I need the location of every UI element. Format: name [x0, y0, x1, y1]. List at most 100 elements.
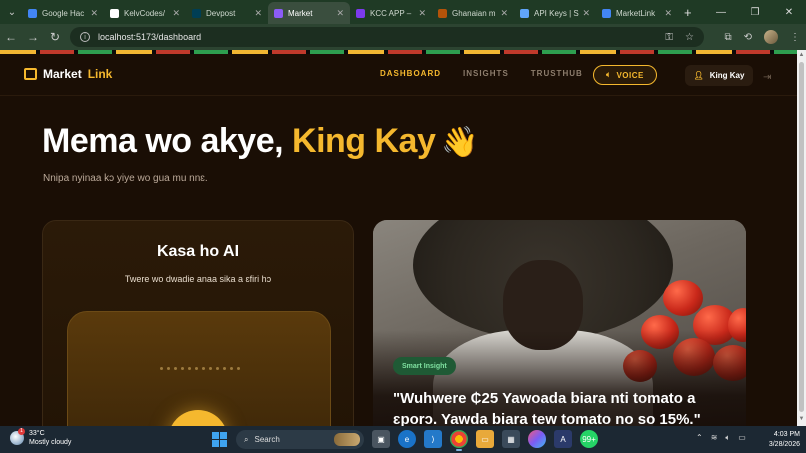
tab-close-icon[interactable]: ✕ [418, 8, 426, 19]
start-icon[interactable] [212, 432, 227, 447]
browser-tab[interactable]: Ghanaian m ✕ [432, 2, 514, 24]
tab-close-icon[interactable]: ✕ [500, 8, 508, 19]
tab-title: API Keys | S [534, 8, 579, 18]
browser-tab[interactable]: KCC APP – ✕ [350, 2, 432, 24]
voice-label: VOICE [616, 70, 644, 80]
tab-search-icon[interactable]: ⌄ [2, 2, 22, 22]
extensions-icon[interactable]: ⧉ [724, 32, 731, 43]
wifi-icon[interactable]: ≋ [711, 433, 718, 443]
copilot-icon[interactable] [528, 430, 546, 448]
user-name: King Kay [709, 71, 745, 80]
chrome-icon[interactable] [450, 430, 468, 451]
browser-tab[interactable]: MarketLink ✕ [596, 2, 678, 24]
site-info-icon[interactable]: i [80, 32, 90, 42]
tab-favicon-icon [602, 8, 611, 18]
tab-close-icon[interactable]: ✕ [90, 8, 98, 19]
volume-icon[interactable]: 🔈︎ [725, 433, 730, 443]
logout-icon[interactable]: ⇥ [763, 72, 771, 83]
weather-alert-badge: 1 [18, 428, 25, 435]
tab-favicon-icon [520, 8, 529, 18]
browser-menu-icon[interactable]: ⋮ [790, 32, 800, 43]
tab-favicon-icon [356, 8, 365, 18]
smart-insight-badge: Smart Insight [393, 357, 456, 375]
tab-close-icon[interactable]: ✕ [582, 8, 590, 19]
browser-tab-bar: ⌄ Google Hac ✕ KelvCodes/✕ Devpost ✕ Market ✕ K… [0, 0, 806, 24]
tab-close-icon[interactable]: ✕ [172, 8, 180, 19]
voice-button[interactable]: 🔈︎ VOICE [593, 65, 657, 85]
scroll-up-icon[interactable]: ▲ [798, 52, 805, 60]
ai-card-title: Kasa ho AI [156, 243, 240, 260]
weather-temp: 33°C [29, 430, 45, 437]
reload-icon[interactable]: ↻ [44, 30, 66, 44]
voice-input-panel [67, 311, 331, 426]
forward-icon[interactable]: → [22, 30, 44, 44]
taskbar-clock[interactable]: 4:03 PM 3/28/2026 [756, 430, 800, 450]
url-bar[interactable]: i localhost:5173/dashboard ⚿ ☆ [70, 27, 704, 47]
tab-close-icon[interactable]: ✕ [664, 8, 672, 19]
brand-name-part2: Link [87, 67, 113, 81]
user-menu[interactable]: 👤︎ King Kay [685, 65, 753, 86]
weather-widget[interactable]: 1 33°C Mostly cloudy [10, 428, 71, 447]
profile-avatar[interactable] [764, 30, 778, 44]
back-icon[interactable]: ← [0, 30, 22, 44]
nav-dashboard[interactable]: DASHBOARD [380, 69, 441, 78]
sync-icon[interactable]: ⟲ [744, 32, 752, 43]
page-scrollbar[interactable]: ▲ ▼ [797, 50, 806, 426]
search-label: Search [254, 435, 280, 444]
nav-insights[interactable]: INSIGHTS [463, 69, 509, 78]
edge-icon[interactable]: e [398, 430, 416, 448]
url-text: localhost:5173/dashboard [98, 32, 202, 42]
tab-favicon-icon [110, 8, 119, 18]
file-explorer-icon[interactable]: ▭ [476, 430, 494, 448]
record-mic-button[interactable] [168, 410, 228, 426]
clock-time: 4:03 PM [773, 431, 800, 438]
task-view-icon[interactable]: ▣ [372, 430, 390, 448]
speaker-icon: 🔈︎ [606, 70, 612, 79]
tab-close-icon[interactable]: ✕ [254, 8, 262, 19]
browser-tab[interactable]: API Keys | S ✕ [514, 2, 596, 24]
minimize-icon[interactable]: — [704, 7, 738, 18]
key-icon[interactable]: ⚿ [665, 32, 673, 43]
tab-close-icon[interactable]: ✕ [336, 8, 344, 19]
search-icon: ⌕ [244, 434, 249, 444]
tab-favicon-icon [192, 8, 201, 18]
main-nav: DASHBOARD INSIGHTS TRUSTHUB [380, 69, 583, 78]
tray-chevron-icon[interactable]: ⌃ [696, 433, 703, 443]
address-bar-row: ← → ↻ i localhost:5173/dashboard ⚿ ☆ ⧉ ⟲… [0, 24, 806, 50]
bookmark-star-icon[interactable]: ☆ [685, 32, 694, 43]
store-app-icon[interactable]: ▦ [502, 430, 520, 448]
search-highlight-image [334, 433, 360, 446]
browser-tab[interactable]: Google Hac ✕ [22, 2, 104, 24]
insight-quote: "Wuhwere ₵25 Yawoada biara nti tomato a … [393, 388, 733, 426]
browser-tab[interactable]: Market ✕ [268, 2, 350, 24]
system-tray: ⌃ ≋ 🔈︎ ▭ [696, 433, 746, 443]
taskbar-search[interactable]: ⌕ Search [236, 430, 364, 449]
insight-quote-line2: ɛporɔ. Yawda biara tew tomato no so 15%.… [393, 411, 701, 426]
battery-icon[interactable]: ▭ [738, 433, 746, 443]
greeting-name: King Kay [292, 122, 436, 160]
restore-icon[interactable]: ❐ [738, 7, 772, 18]
browser-tab[interactable]: KelvCodes/ ✕ [104, 2, 186, 24]
whatsapp-icon[interactable]: 99+ [580, 430, 598, 448]
brand-logo[interactable]: Market Link [24, 67, 112, 81]
ai-card-subtitle: Twere wo dwadie anaa sika a ɛfiri hɔ [124, 274, 272, 284]
scrollbar-thumb[interactable] [799, 62, 804, 412]
close-window-icon[interactable]: ✕ [772, 7, 806, 18]
tab-title: Market [288, 8, 313, 18]
greeting-title: Mema wo akye, King Kay 👋 [42, 122, 479, 161]
tab-title: Ghanaian m [452, 8, 496, 18]
new-tab-button[interactable]: + [684, 5, 692, 20]
vscode-icon[interactable]: ⟩ [424, 430, 442, 448]
nav-trusthub[interactable]: TRUSTHUB [531, 69, 583, 78]
user-icon: 👤︎ [693, 71, 704, 80]
greeting-text: Mema wo akye, [42, 122, 293, 160]
insight-quote-line1: "Wuhwere ₵25 Yawoada biara nti tomato a [393, 390, 696, 407]
greeting-subtitle: Nnipa nyinaa kɔ yiye wo gua mu nnɛ. [43, 173, 208, 184]
clock-date: 3/28/2026 [768, 441, 800, 448]
smart-insight-card: Smart Insight "Wuhwere ₵25 Yawoada biara… [373, 220, 746, 426]
browser-tab[interactable]: Devpost ✕ [186, 2, 268, 24]
window-controls: — ❐ ✕ [704, 0, 806, 24]
windows-taskbar: 1 33°C Mostly cloudy ⌕ Search ▣ e ⟩ ▭ ▦ … [0, 426, 806, 453]
app-a-icon[interactable]: A [554, 430, 572, 448]
scroll-down-icon[interactable]: ▼ [798, 416, 805, 424]
